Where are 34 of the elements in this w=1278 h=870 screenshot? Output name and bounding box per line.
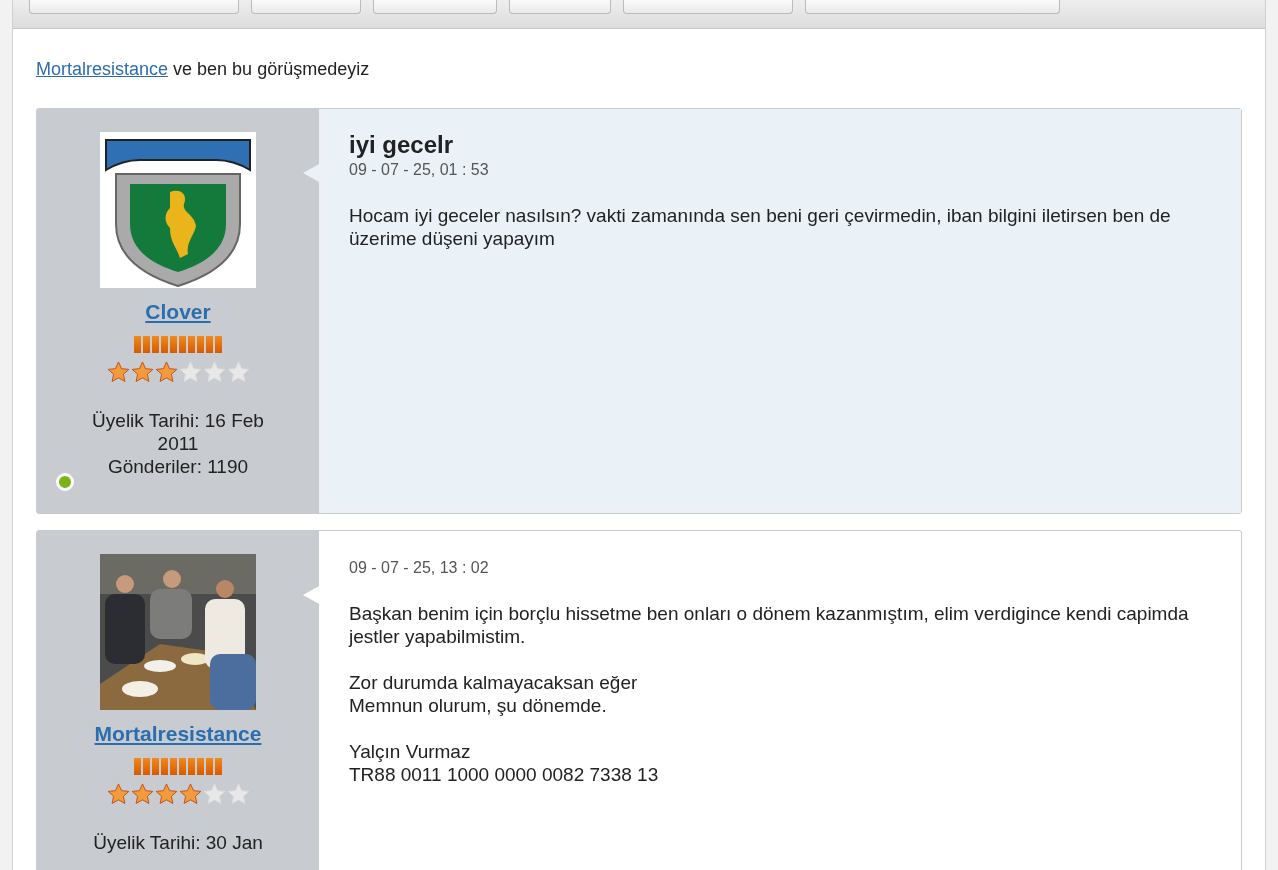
star-icon [178, 361, 202, 383]
join-date: Üyelik Tarihi: 30 Jan [92, 831, 264, 854]
post-count: Gönderiler: 1190 [106, 455, 250, 478]
star-icon [154, 783, 178, 805]
message-date: 09 - 07 - 25, 13 : 02 [349, 558, 490, 578]
message-date: 09 - 07 - 25, 01 : 53 [349, 160, 490, 180]
message-text: Hocam iyi geceler nasılsın? vakti zamanında sen beni geri çevirmedin, iban bilgini iletirsen ben de üzerime düşeni yapayım [349, 204, 1172, 250]
star-icon [226, 783, 250, 805]
message-text: Başkan benim için borçlu hissetme ben onları o dönem kazanmıştım, elim verdigince kendi capimda jestler yapabilmistim. [349, 602, 1190, 648]
toolbar-button[interactable] [509, 0, 611, 14]
star-icon [226, 361, 250, 383]
participants-text: Mortalresistance ve ben bu görüşmedeyiz [36, 59, 371, 80]
star-icon [130, 361, 154, 383]
username-link[interactable]: Clover [145, 300, 211, 324]
star-icon [130, 783, 154, 805]
toolbar-button[interactable] [805, 0, 1060, 14]
star-icon [202, 783, 226, 805]
message-title: iyi gecelr [349, 133, 455, 156]
toolbar-button[interactable] [29, 0, 239, 14]
join-date: Üyelik Tarihi: 16 Feb 2011 [91, 409, 265, 455]
star-icon [154, 361, 178, 383]
message-text: Zor durumda kalmayacaksan eğer Memnun olurum, şu dönemde. [349, 671, 639, 717]
shield-logo-icon [100, 132, 256, 288]
toolbar-button[interactable] [373, 0, 497, 14]
star-icon [106, 783, 130, 805]
message-text: Yalçın Vurmaz TR88 0011 1000 0000 0082 7338 13 [349, 740, 660, 786]
user-link[interactable]: Mortalresistance [36, 59, 169, 79]
username-link[interactable]: Mortalresistance [94, 722, 262, 746]
toolbar-button[interactable] [251, 0, 361, 14]
pointer-arrow-icon [303, 586, 319, 604]
toolbar-button[interactable] [623, 0, 793, 14]
star-icon [178, 783, 202, 805]
star-icon [106, 361, 130, 383]
star-icon [202, 361, 226, 383]
